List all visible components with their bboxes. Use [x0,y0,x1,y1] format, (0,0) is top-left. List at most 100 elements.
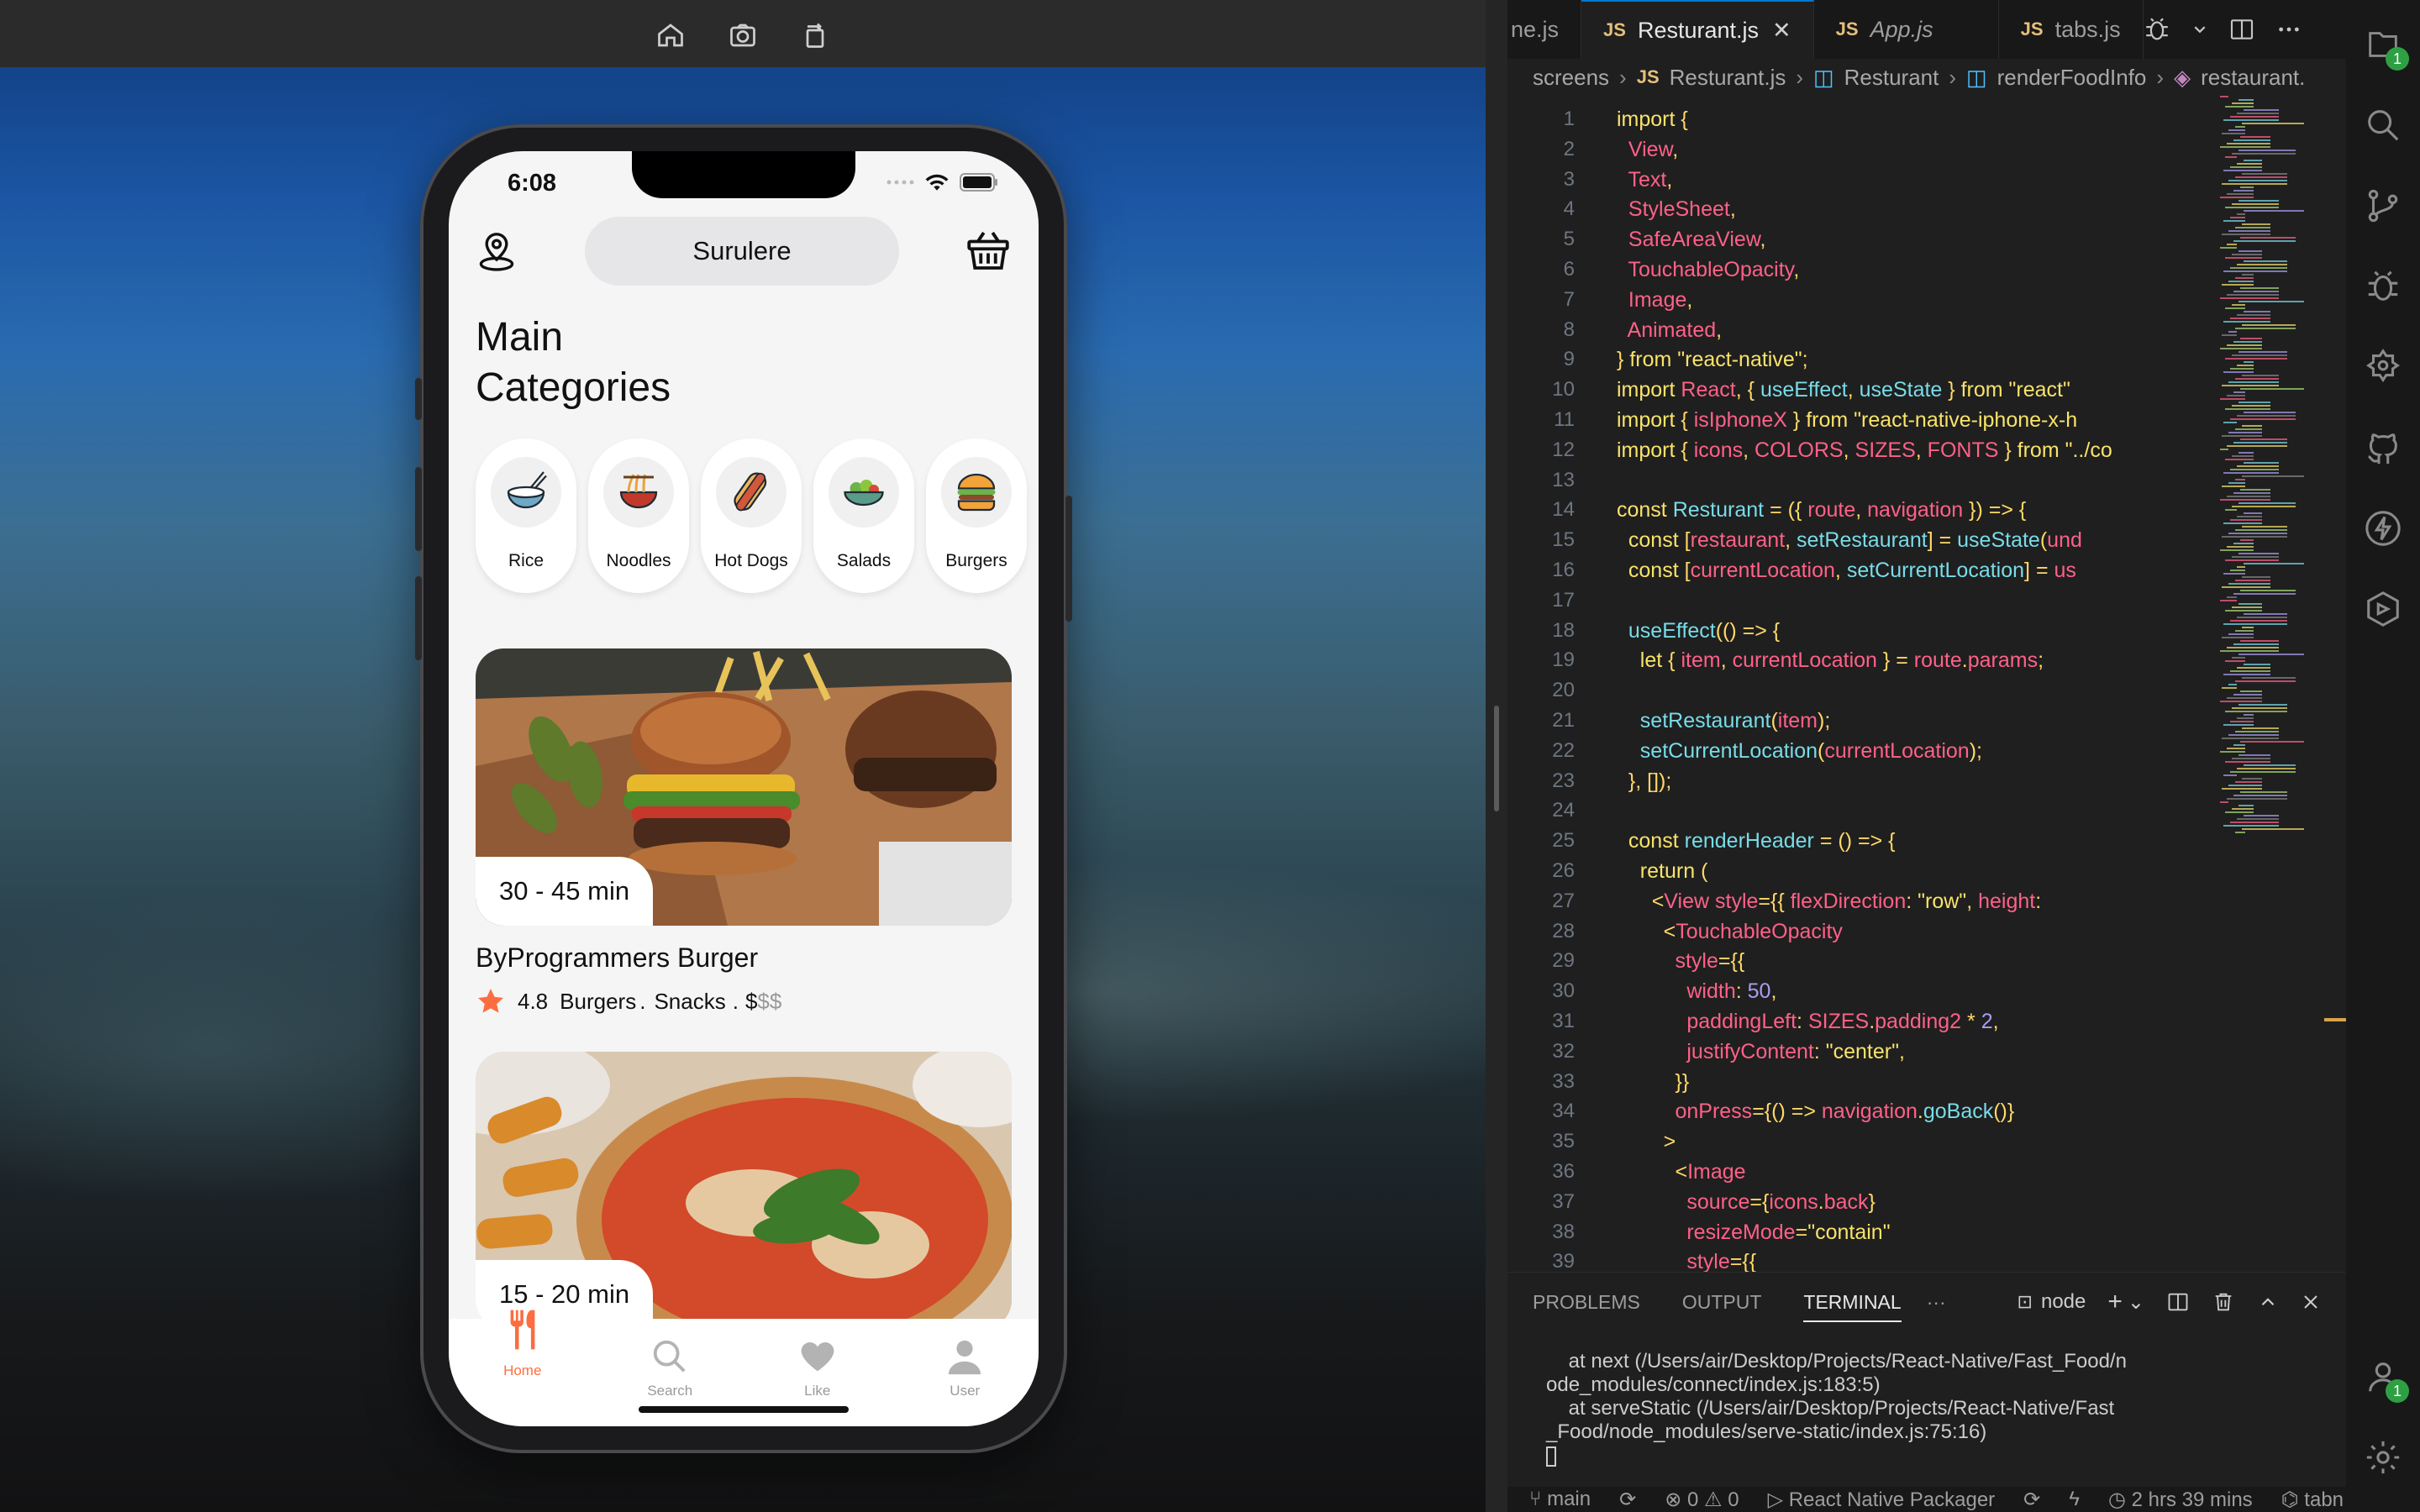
code-line[interactable]: setRestaurant(item); [1617,709,1830,733]
basket-icon[interactable] [965,227,1012,274]
accounts-icon[interactable]: 1 [2364,1357,2409,1403]
code-line[interactable]: Image, [1617,288,1692,312]
code-line[interactable]: onPress={() => navigation.goBack()} [1617,1100,2014,1124]
tabnine-indicator[interactable]: ⌬ tabn [2281,1488,2344,1512]
tab-resturant-js[interactable]: JS Resturant.js ✕ [1581,0,1814,59]
code-line[interactable]: } from "react-native"; [1617,348,1808,372]
tab-tabs-js[interactable]: JS tabs.js [1999,0,2144,59]
category-rice[interactable]: Rice [476,438,576,593]
category-salads[interactable]: Salads [813,438,914,593]
lightning-icon[interactable]: ϟ [2069,1488,2080,1511]
search-icon[interactable] [2364,106,2402,144]
minimap[interactable] [2220,96,2312,1272]
breadcrumb-item[interactable]: Resturant.js [1670,65,1786,91]
code-line[interactable]: return ( [1617,859,1708,884]
code-line[interactable]: Text, [1617,168,1672,192]
code-line[interactable]: style={{ [1617,949,1744,974]
code-line[interactable]: }} [1617,1070,1689,1095]
code-line[interactable]: TouchableOpacity, [1617,258,1799,282]
code-line[interactable]: Animated, [1617,318,1723,343]
split-terminal-icon[interactable] [2166,1290,2190,1314]
code-line[interactable]: import { isIphoneX } from "react-native-… [1617,408,2077,433]
close-icon[interactable]: ✕ [1772,18,1791,44]
extensions-icon[interactable] [2364,348,2402,386]
settings-gear-icon[interactable] [2364,1438,2402,1477]
split-divider[interactable] [1486,0,1507,1512]
location-pill[interactable]: Surulere [585,217,899,286]
code-editor[interactable]: 1 import {2 View, 3 Text, 4 StyleSheet, 5 Sa… [1507,96,2220,1272]
tab-app-js[interactable]: JS App.js [1814,0,1999,59]
code-line[interactable]: justifyContent: "center", [1617,1040,1905,1064]
panel-tab-output[interactable]: OUTPUT [1682,1291,1762,1322]
terminal-output[interactable]: at next (/Users/air/Desktop/Projects/Rea… [1546,1350,2127,1467]
code-line[interactable]: }, []); [1617,769,1671,794]
code-line[interactable]: const [currentLocation, setCurrentLocati… [1617,559,2076,583]
editor-scrollbar[interactable] [2312,96,2346,1272]
branch-indicator[interactable]: ⑂ main [1529,1488,1591,1511]
code-line[interactable]: import { [1617,108,1688,132]
tab-home-js[interactable]: ne.js [1507,0,1582,59]
split-editor-icon[interactable] [2228,15,2255,44]
code-line[interactable]: const Resturant = ({ route, navigation }… [1617,498,2026,522]
code-line[interactable]: let { item, currentLocation } = route.pa… [1617,648,2044,673]
more-icon[interactable] [2275,15,2302,44]
panel-more[interactable]: ··· [1927,1291,1946,1322]
code-line[interactable]: style={{ [1617,1250,1756,1272]
restaurant-name[interactable]: ByProgrammers Burger [476,942,758,974]
code-line[interactable]: const renderHeader = () => { [1617,829,1896,853]
code-line[interactable]: width: 50, [1617,979,1776,1004]
home-indicator[interactable] [639,1406,849,1413]
restaurant-image-burger[interactable]: 30 - 45 min [476,648,1012,926]
tab-user[interactable]: User [892,1319,1039,1426]
problems-indicator[interactable]: ⊗ 0 ⚠ 0 [1665,1488,1739,1512]
code-line[interactable]: StyleSheet, [1617,197,1736,222]
debug-icon[interactable] [2143,15,2171,44]
rotate-icon[interactable] [800,20,830,50]
refresh-icon[interactable]: ⟳ [2023,1488,2040,1512]
close-panel-icon[interactable] [2301,1292,2321,1312]
source-control-icon[interactable] [2364,186,2402,225]
category-hot-dogs[interactable]: Hot Dogs [701,438,802,593]
restaurant-image-pizza[interactable]: 15 - 20 min [476,1052,1012,1329]
screenshot-icon[interactable] [728,20,758,50]
breadcrumb-item[interactable]: Resturant [1844,65,1939,91]
remote-explorer-icon[interactable] [2364,590,2402,628]
category-noodles[interactable]: Noodles [588,438,689,593]
code-line[interactable]: useEffect(() => { [1617,619,1780,643]
breadcrumb-item[interactable]: renderFoodInfo [1997,65,2147,91]
tab-home[interactable]: Home [449,1310,597,1426]
code-line[interactable]: paddingLeft: SIZES.padding2 * 2, [1617,1010,1998,1034]
code-line[interactable]: import { icons, COLORS, SIZES, FONTS } f… [1617,438,2112,463]
sync-icon[interactable]: ⟳ [1619,1488,1636,1512]
code-line[interactable]: import React, { useEffect, useState } fr… [1617,378,2070,402]
explorer-icon[interactable]: 1 [2364,25,2409,71]
packager-indicator[interactable]: ▷ React Native Packager [1768,1488,1996,1512]
code-line[interactable]: SafeAreaView, [1617,228,1766,252]
code-line[interactable]: <View style={{ flexDirection: "row", hei… [1617,890,2041,914]
run-debug-icon[interactable] [2364,267,2402,306]
panel-tab-problems[interactable]: PROBLEMS [1533,1291,1640,1322]
add-terminal-icon[interactable]: + [2107,1288,2123,1316]
chevron-down-icon[interactable] [2191,15,2208,44]
chevron-up-icon[interactable] [2257,1291,2279,1313]
code-line[interactable]: <TouchableOpacity [1617,920,1843,944]
breadcrumb-item[interactable]: screens [1533,65,1609,91]
code-line[interactable]: resizeMode="contain" [1617,1221,1890,1245]
code-line[interactable]: setCurrentLocation(currentLocation); [1617,739,1982,764]
github-icon[interactable] [2364,428,2402,467]
code-line[interactable]: const [restaurant, setRestaurant] = useS… [1617,528,2082,553]
trash-icon[interactable] [2212,1290,2235,1314]
code-line[interactable]: View, [1617,138,1678,162]
location-pin-icon[interactable] [474,228,519,274]
time-tracker[interactable]: ◷ 2 hrs 39 mins [2108,1488,2253,1512]
chevron-down-icon[interactable]: ⌄ [2128,1290,2144,1315]
thunder-client-icon[interactable] [2364,509,2402,548]
code-line[interactable]: > [1617,1130,1676,1154]
home-icon[interactable] [655,20,686,50]
code-line[interactable]: <Image [1617,1160,1745,1184]
split-handle[interactable] [1494,706,1499,811]
code-line[interactable]: source={icons.back} [1617,1190,1876,1215]
breadcrumb-item[interactable]: restaurant. [2201,65,2305,91]
category-burgers[interactable]: Burgers [926,438,1027,593]
panel-tab-terminal[interactable]: TERMINAL [1803,1291,1902,1322]
